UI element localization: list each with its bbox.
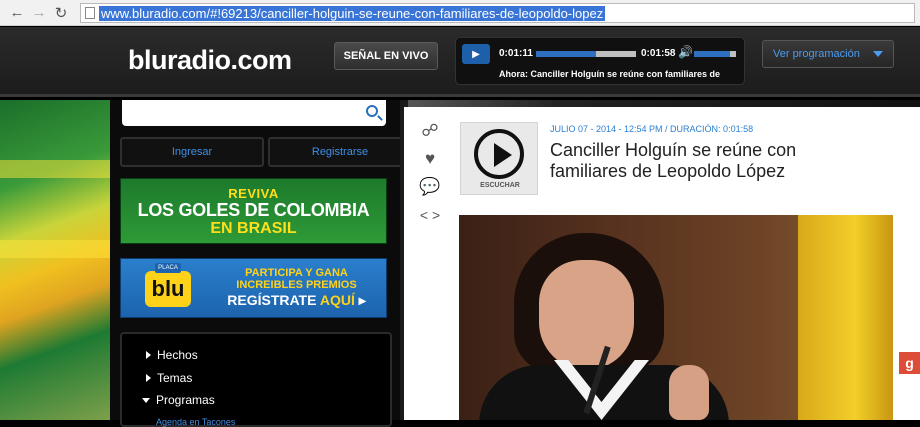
schedule-label: Ver programación	[773, 48, 860, 60]
listen-button[interactable]: ESCUCHAR	[460, 122, 538, 195]
url-text[interactable]: www.bluradio.com/#!69213/canciller-holgu…	[99, 5, 606, 21]
placa-blu-banner[interactable]: blu PLACA PARTICIPA Y GANA INCREIBLES PR…	[120, 258, 387, 318]
browser-toolbar: ← → ↻ www.bluradio.com/#!69213/canciller…	[0, 0, 920, 26]
article-panel: ☍ ♥ 💬 < > ESCUCHAR JULIO 07 - 2014 - 12:…	[404, 107, 920, 420]
placa-label: PLACA	[155, 263, 181, 273]
listen-label: ESCUCHAR	[480, 182, 520, 189]
flag-shape	[798, 215, 893, 420]
forward-arrow-icon[interactable]: →	[28, 2, 50, 24]
banner-line: REVIVA	[228, 185, 279, 201]
site-header: bluradio.com SEÑAL EN VIVO ▶ 0:01:11 0:0…	[0, 27, 920, 97]
share-icon[interactable]: ☍	[419, 121, 441, 141]
back-arrow-icon[interactable]: ←	[6, 2, 28, 24]
colombia-goals-banner[interactable]: REVIVA LOS GOLES DE COLOMBIA EN BRASIL	[120, 178, 387, 244]
sidebar-menu: Hechos Temas Programas Agenda en Tacones	[120, 332, 392, 427]
play-icon[interactable]: ▶	[462, 44, 490, 64]
article-photo	[459, 215, 893, 420]
banner-line: PARTICIPA Y GANA	[245, 267, 348, 279]
banner-line: EN BRASIL	[210, 219, 297, 237]
login-button[interactable]: Ingresar	[120, 137, 264, 167]
play-circle-icon	[474, 129, 524, 179]
address-bar[interactable]: www.bluradio.com/#!69213/canciller-holgu…	[80, 3, 915, 23]
chevron-down-icon	[873, 51, 883, 57]
now-playing-text: Ahora: Canciller Holguín se reúne con fa…	[499, 69, 721, 79]
menu-item-hechos[interactable]: Hechos	[146, 348, 198, 362]
schedule-dropdown[interactable]: Ver programación	[762, 40, 894, 68]
stadium-background	[0, 100, 110, 420]
banner-cta-text: REGÍSTRATE	[227, 292, 317, 308]
banner-cta-highlight: AQUÍ	[319, 292, 355, 308]
volume-icon[interactable]: 🔊	[678, 45, 693, 59]
heart-icon[interactable]: ♥	[419, 149, 441, 169]
current-time: 0:01:11	[499, 48, 533, 59]
banner-line: LOS GOLES DE COLOMBIA	[137, 199, 370, 220]
reload-icon[interactable]: ↻	[50, 2, 72, 24]
progress-bar[interactable]	[536, 51, 636, 57]
stadium-stripe	[0, 160, 110, 178]
photo-shape	[669, 365, 709, 420]
banner-text: PARTICIPA Y GANA INCREIBLES PREMIOS REGÍ…	[209, 267, 384, 309]
chevron-right-icon	[146, 351, 151, 359]
embed-code-icon[interactable]: < >	[419, 205, 441, 225]
menu-item-programas[interactable]: Programas	[142, 393, 215, 407]
photo-shape	[539, 260, 634, 370]
article-headline: Canciller Holguín se reúne con familiare…	[550, 140, 797, 181]
stadium-stripe	[0, 240, 110, 258]
blu-logo-icon: blu	[145, 271, 191, 307]
volume-fill	[694, 51, 730, 57]
left-sidebar: Ingresar Registrarse REVIVA LOS GOLES DE…	[110, 100, 412, 427]
volume-slider[interactable]	[694, 51, 736, 57]
menu-item-label: Temas	[157, 371, 193, 385]
register-button[interactable]: Registrarse	[268, 137, 412, 167]
chevron-down-icon	[142, 397, 150, 403]
search-input[interactable]	[122, 100, 386, 126]
menu-item-label: Hechos	[157, 348, 198, 362]
live-signal-button[interactable]: SEÑAL EN VIVO	[334, 42, 438, 70]
page-icon	[85, 7, 95, 19]
comment-icon[interactable]: 💬	[419, 177, 441, 197]
total-time: 0:01:58	[641, 48, 676, 59]
play-icon	[494, 143, 512, 167]
search-icon[interactable]	[366, 105, 378, 117]
submenu-item[interactable]: Agenda en Tacones	[156, 417, 235, 427]
progress-fill	[536, 51, 596, 57]
menu-item-temas[interactable]: Temas	[146, 371, 192, 385]
chevron-right-icon	[146, 374, 151, 382]
banner-line: INCREIBLES PREMIOS	[236, 279, 357, 291]
audio-player: ▶ 0:01:11 0:01:58 🔊 Ahora: Canciller Hol…	[455, 37, 745, 85]
article-meta: JULIO 07 - 2014 - 12:54 PM / DURACIÓN: 0…	[550, 124, 754, 134]
google-plus-icon[interactable]: g	[899, 352, 920, 374]
banner-cta: REGÍSTRATE AQUÍ ▸	[227, 292, 366, 308]
site-logo[interactable]: bluradio.com	[128, 45, 292, 76]
menu-item-label: Programas	[156, 393, 215, 407]
top-strip	[408, 100, 920, 107]
